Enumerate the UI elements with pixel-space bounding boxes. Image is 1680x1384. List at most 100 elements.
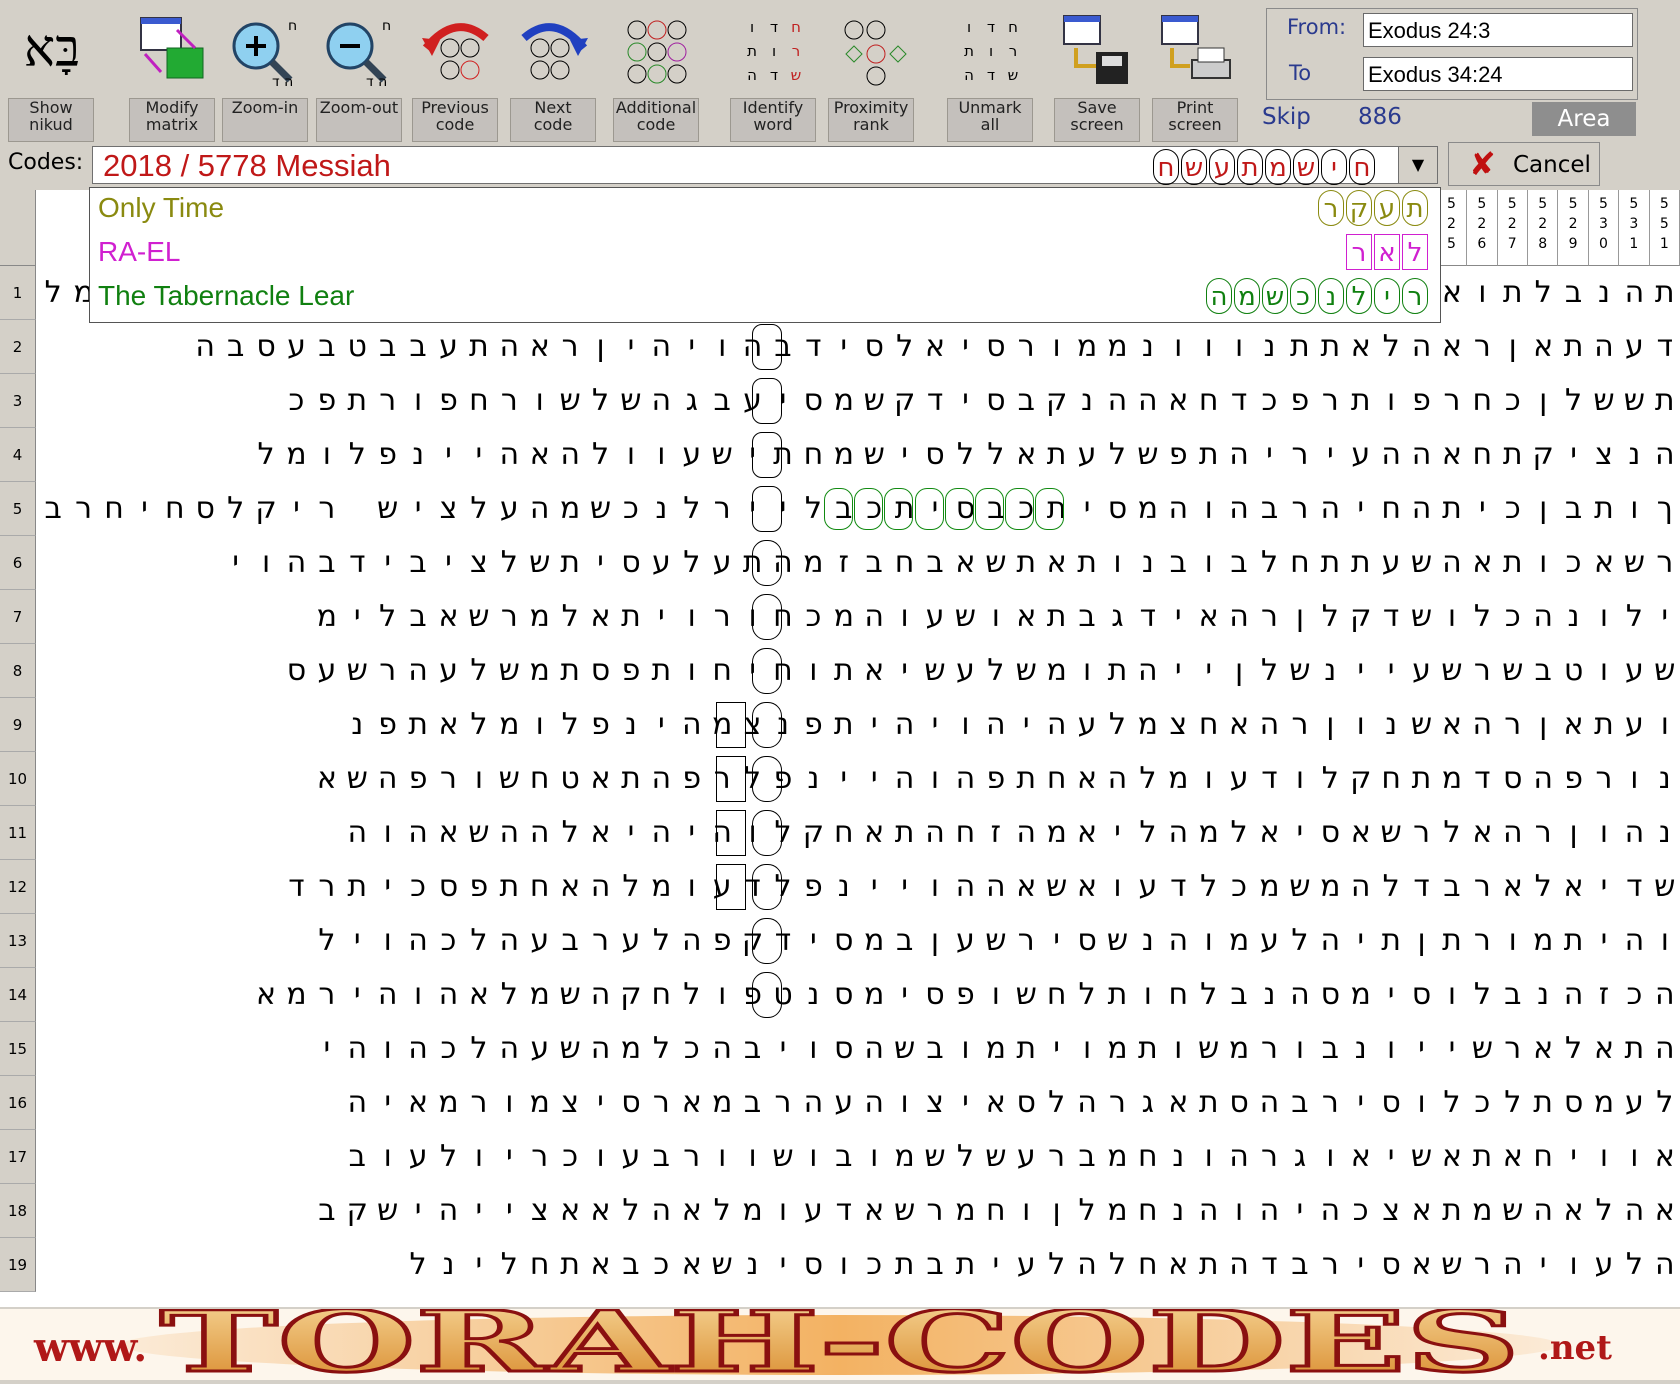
matrix-letter[interactable]: ר — [1498, 1022, 1528, 1076]
matrix-letter[interactable]: ל — [981, 428, 1011, 482]
matrix-letter[interactable]: מ — [798, 536, 828, 590]
matrix-letter[interactable]: א — [525, 428, 555, 482]
matrix-letter[interactable]: ו — [1193, 536, 1223, 590]
matrix-letter[interactable]: י — [1254, 428, 1284, 482]
matrix-letter[interactable]: י — [494, 1130, 524, 1184]
matrix-letter[interactable]: ח — [1467, 428, 1497, 482]
matrix-letter[interactable]: ל — [585, 428, 615, 482]
matrix-letter[interactable]: ת — [1011, 752, 1041, 806]
matrix-letter[interactable]: ס — [1072, 914, 1102, 968]
matrix-letter[interactable]: י — [372, 536, 402, 590]
matrix-letter[interactable]: ל — [1072, 1184, 1102, 1238]
matrix-letter[interactable]: ש — [1650, 644, 1680, 698]
matrix-letter[interactable]: ו — [1072, 644, 1102, 698]
matrix-letter[interactable]: ס — [798, 374, 828, 428]
matrix-letter[interactable]: ט — [555, 752, 585, 806]
matrix-letter[interactable]: ס — [829, 1022, 859, 1076]
matrix-letter[interactable]: מ — [555, 482, 585, 536]
matrix-letter[interactable]: ב — [859, 536, 889, 590]
matrix-letter[interactable]: ש — [464, 590, 494, 644]
matrix-letter[interactable]: ת — [1011, 536, 1041, 590]
matrix-letter[interactable]: י — [1406, 1022, 1436, 1076]
matrix-letter[interactable]: ח — [1133, 1184, 1163, 1238]
save-disk-button[interactable]: Save screen — [1052, 4, 1142, 142]
matrix-letter[interactable]: י — [1528, 1238, 1558, 1292]
matrix-letter[interactable]: ע — [403, 1130, 433, 1184]
matrix-letter[interactable]: ו — [1376, 1022, 1406, 1076]
matrix-letter[interactable]: כ — [1254, 374, 1284, 428]
matrix-letter[interactable]: פ — [403, 752, 433, 806]
matrix-letter[interactable]: י — [1346, 482, 1376, 536]
matrix-letter[interactable]: ר — [1467, 914, 1497, 968]
matrix-letter[interactable]: א — [1589, 536, 1619, 590]
matrix-letter[interactable]: ש — [707, 428, 737, 482]
matrix-letter[interactable]: ע — [1376, 536, 1406, 590]
matrix-letter[interactable]: ת — [737, 536, 767, 590]
matrix-letter[interactable]: ו — [950, 698, 980, 752]
matrix-letter[interactable]: י — [1346, 914, 1376, 968]
matrix-letter[interactable]: ל — [1315, 752, 1345, 806]
matrix-letter[interactable]: ן — [1528, 482, 1558, 536]
matrix-letter[interactable]: ע — [1224, 752, 1254, 806]
matrix-letter[interactable]: פ — [372, 428, 402, 482]
matrix-letter[interactable]: י — [129, 482, 159, 536]
matrix-letter[interactable]: ע — [798, 1184, 828, 1238]
matrix-letter[interactable]: ב — [981, 482, 1011, 536]
matrix-letter[interactable]: י — [950, 320, 980, 374]
matrix-letter[interactable]: נ — [1133, 914, 1163, 968]
matrix-letter[interactable]: ק — [1346, 752, 1376, 806]
matrix-letter[interactable]: מ — [1133, 482, 1163, 536]
matrix-letter[interactable]: י — [920, 482, 950, 536]
matrix-letter[interactable]: ה — [889, 752, 919, 806]
matrix-letter[interactable]: ר — [312, 968, 342, 1022]
matrix-letter[interactable]: י — [798, 914, 828, 968]
matrix-letter[interactable]: מ — [829, 374, 859, 428]
matrix-letter[interactable]: ו — [525, 374, 555, 428]
matrix-letter[interactable]: י — [1437, 1022, 1467, 1076]
matrix-letter[interactable]: ד — [1406, 860, 1436, 914]
matrix-letter[interactable]: ש — [342, 752, 372, 806]
matrix-letter[interactable]: ר — [1467, 644, 1497, 698]
matrix-letter[interactable]: א — [1498, 1130, 1528, 1184]
matrix-letter[interactable]: ת — [1193, 1076, 1223, 1130]
matrix-letter[interactable]: ב — [1254, 482, 1284, 536]
matrix-letter[interactable]: א — [1558, 1184, 1588, 1238]
matrix-letter[interactable]: ס — [616, 536, 646, 590]
matrix-letter[interactable]: ר — [1315, 374, 1345, 428]
matrix-letter[interactable]: ר — [920, 1184, 950, 1238]
matrix-letter[interactable]: ר — [1315, 1076, 1345, 1130]
matrix-letter[interactable]: ע — [312, 644, 342, 698]
matrix-letter[interactable]: ה — [585, 860, 615, 914]
matrix-letter[interactable]: ת — [464, 320, 494, 374]
matrix-letter[interactable]: ה — [1224, 1130, 1254, 1184]
matrix-letter[interactable]: מ — [889, 1130, 919, 1184]
matrix-letter[interactable]: ס — [1498, 752, 1528, 806]
matrix-letter[interactable]: ת — [889, 1238, 919, 1292]
matrix-letter[interactable]: ק — [1041, 374, 1071, 428]
matrix-letter[interactable]: ה — [281, 536, 311, 590]
matrix-letter[interactable]: א — [433, 806, 463, 860]
matrix-letter[interactable]: צ — [1163, 698, 1193, 752]
matrix-letter[interactable]: ל — [1224, 806, 1254, 860]
matrix-letter[interactable]: ב — [1224, 536, 1254, 590]
matrix-letter[interactable]: ה — [1619, 806, 1649, 860]
matrix-letter[interactable]: פ — [585, 698, 615, 752]
matrix-letter[interactable]: ל — [342, 428, 372, 482]
matrix-letter[interactable]: א — [1650, 1184, 1680, 1238]
matrix-letter[interactable]: ש — [372, 1184, 402, 1238]
matrix-letter[interactable]: ה — [768, 536, 798, 590]
matrix-letter[interactable]: ה — [677, 914, 707, 968]
matrix-letter[interactable]: ה — [950, 860, 980, 914]
matrix-letter[interactable]: ה — [1467, 698, 1497, 752]
matrix-letter[interactable]: ד — [920, 374, 950, 428]
matrix-letter[interactable]: ה — [1315, 1184, 1345, 1238]
matrix-letter[interactable]: ב — [1498, 968, 1528, 1022]
from-verse-field[interactable]: Exodus 24:3 — [1363, 13, 1633, 47]
matrix-letter[interactable]: ל — [312, 914, 342, 968]
matrix-letter[interactable]: ש — [1406, 590, 1436, 644]
matrix-letter[interactable]: ן — [1406, 914, 1436, 968]
matrix-letter[interactable]: ל — [768, 860, 798, 914]
matrix-letter[interactable]: ס — [1224, 1076, 1254, 1130]
matrix-letter[interactable]: ל — [1315, 590, 1345, 644]
matrix-letter[interactable]: ע — [829, 1076, 859, 1130]
